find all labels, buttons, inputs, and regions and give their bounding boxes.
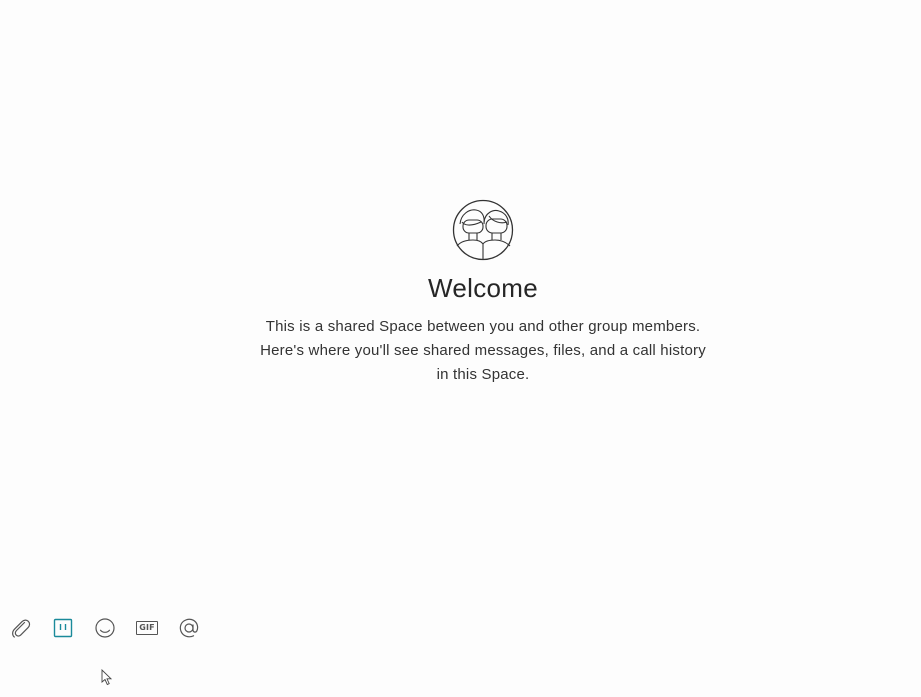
emoji-icon: [95, 618, 115, 638]
welcome-description-line: This is a shared Space between you and o…: [265, 318, 701, 335]
gif-icon: GIF: [136, 621, 158, 635]
mouse-pointer-icon: [101, 669, 113, 686]
mention-button[interactable]: [176, 616, 202, 640]
gif-button[interactable]: GIF: [134, 616, 160, 640]
welcome-description-line: in this Space.: [436, 366, 530, 383]
welcome-description-line: Here's where you'll see shared messages,…: [260, 342, 706, 359]
space-page: Welcome This is a shared Space between y…: [0, 0, 921, 697]
mention-icon: [179, 618, 199, 638]
paperclip-icon: [12, 619, 31, 638]
welcome-description: This is a shared Space between you and o…: [0, 315, 921, 387]
group-avatar-icon: [452, 199, 514, 261]
attach-file-button[interactable]: [8, 616, 34, 640]
emoji-button[interactable]: [92, 616, 118, 640]
welcome-panel: Welcome This is a shared Space between y…: [0, 198, 921, 387]
welcome-title: Welcome: [428, 273, 538, 303]
message-composer-toolbar: GIF: [8, 616, 218, 640]
whiteboard-button[interactable]: [50, 616, 76, 640]
whiteboard-icon: [53, 618, 73, 638]
